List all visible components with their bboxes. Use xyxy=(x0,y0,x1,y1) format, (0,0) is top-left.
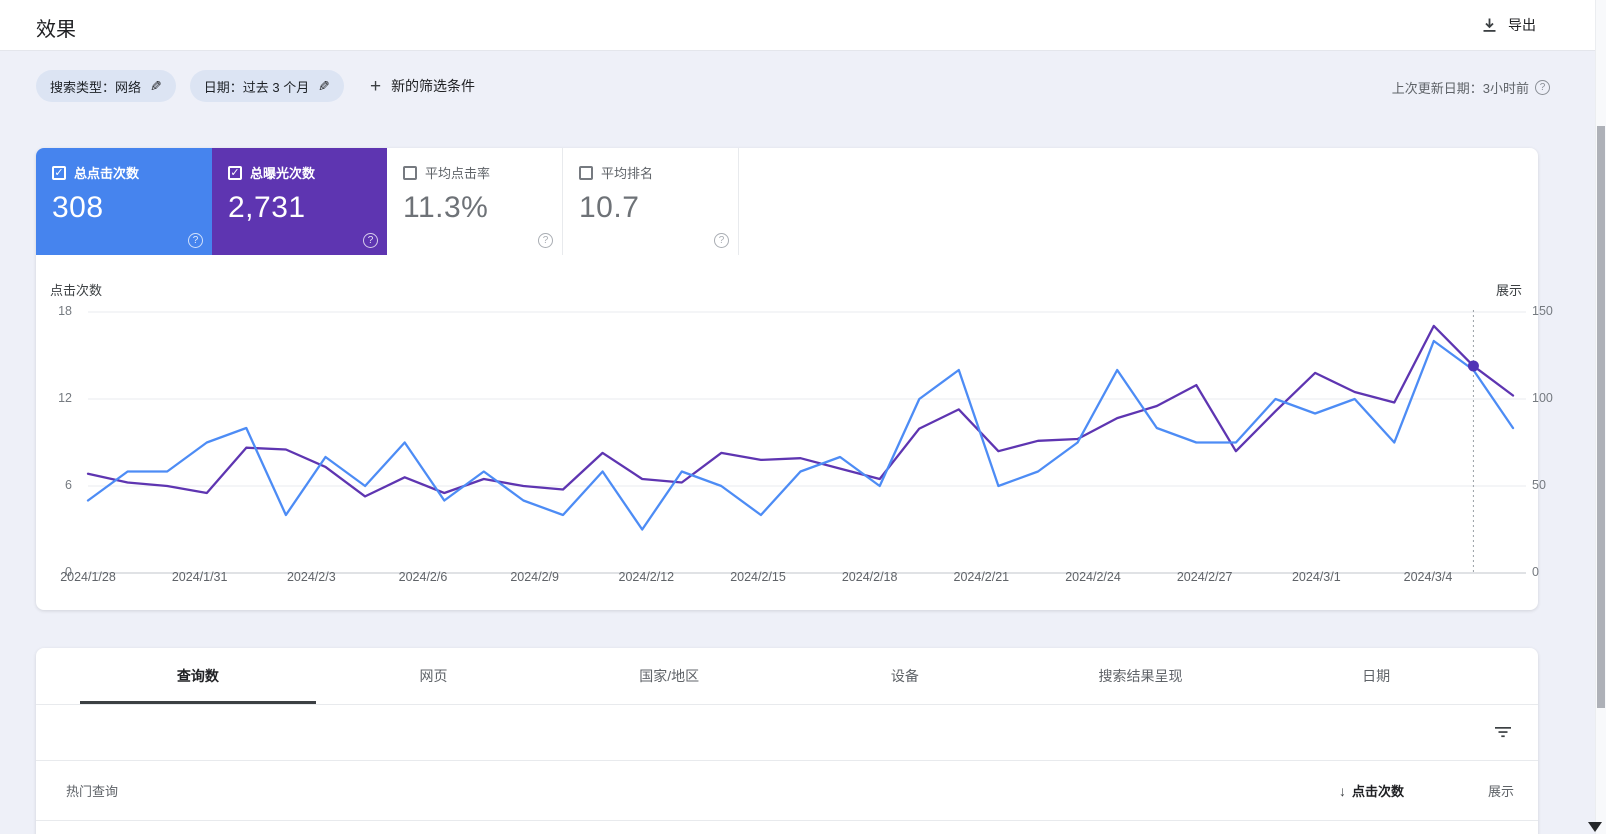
help-icon[interactable]: ? xyxy=(714,233,729,248)
x-axis-tick: 2024/2/3 xyxy=(286,570,336,584)
top-app-bar: 效果 导出 xyxy=(0,0,1596,51)
table-filter-bar xyxy=(36,705,1538,760)
x-axis-tick: 2024/3/1 xyxy=(1291,570,1341,584)
metric-value: 10.7 xyxy=(579,191,640,224)
tab-dates[interactable]: 日期 xyxy=(1258,648,1494,704)
edit-pencil-icon: ✎ xyxy=(150,77,162,94)
export-button[interactable]: 导出 xyxy=(1481,11,1536,39)
filter-funnel-icon[interactable] xyxy=(1494,724,1512,745)
x-axis-tick: 2024/2/21 xyxy=(953,570,1010,584)
plus-icon: + xyxy=(369,75,382,97)
metric-value: 308 xyxy=(52,191,104,224)
metric-card-average-ctr[interactable]: 平均点击率 11.3% ? xyxy=(387,148,563,255)
metric-label: 总点击次数 xyxy=(74,166,140,181)
metric-label: 平均点击率 xyxy=(425,166,491,181)
scroll-corner-arrow-icon xyxy=(1588,822,1602,832)
tab-pages[interactable]: 网页 xyxy=(316,648,552,704)
tab-countries[interactable]: 国家/地区 xyxy=(551,648,787,704)
left-axis-title: 点击次数 xyxy=(50,283,103,298)
help-icon[interactable]: ? xyxy=(538,233,553,248)
clicks-column-header[interactable]: ↓ 点击次数 xyxy=(1339,781,1404,800)
x-axis-tick: 2024/1/31 xyxy=(171,570,228,584)
page-scrollbar-track xyxy=(1595,0,1606,834)
divider xyxy=(36,820,1538,821)
metric-card-total-clicks[interactable]: ✓ 总点击次数 308 ? xyxy=(36,148,212,255)
y-axis-tick-right: 0 xyxy=(1532,565,1539,579)
x-axis-tick: 2024/2/6 xyxy=(398,570,448,584)
y-axis-tick-left: 6 xyxy=(65,478,72,492)
download-icon xyxy=(1481,17,1498,34)
tab-devices[interactable]: 设备 xyxy=(787,648,1023,704)
y-axis-tick-right: 50 xyxy=(1532,478,1546,492)
y-axis-tick-right: 100 xyxy=(1532,391,1553,405)
x-axis-tick: 2024/1/28 xyxy=(60,570,116,584)
metric-cards-row: ✓ 总点击次数 308 ? ✓ 总曝光次数 2,731 ? 平均点击率 11.3… xyxy=(36,148,739,255)
export-label: 导出 xyxy=(1508,17,1536,33)
search-console-performance-page: 效果 导出 搜索类型：网络 ✎ 日期：过去 3 个月 ✎ + 新的筛选条件 上次… xyxy=(0,0,1606,834)
tab-queries[interactable]: 查询数 xyxy=(80,648,316,704)
metric-label: 总曝光次数 xyxy=(250,166,316,181)
page-title: 效果 xyxy=(36,19,76,41)
sort-descending-arrow-icon: ↓ xyxy=(1338,782,1346,799)
help-icon[interactable]: ? xyxy=(363,233,378,248)
right-axis-title: 展示 xyxy=(1496,283,1523,298)
metric-value: 11.3% xyxy=(403,191,489,224)
tab-search-appearance[interactable]: 搜索结果呈现 xyxy=(1023,648,1259,704)
metric-card-average-position[interactable]: 平均排名 10.7 ? xyxy=(563,148,739,255)
page-scrollbar-thumb[interactable] xyxy=(1597,126,1605,708)
last-updated-text: 上次更新日期：3小时前 ? xyxy=(1392,78,1550,97)
unchecked-checkbox-icon[interactable] xyxy=(403,165,417,180)
checked-checkbox-icon[interactable]: ✓ xyxy=(52,165,66,180)
add-filter-label: 新的筛选条件 xyxy=(391,78,476,94)
help-icon[interactable]: ? xyxy=(188,233,203,248)
checked-checkbox-icon[interactable]: ✓ xyxy=(228,165,242,180)
dimensions-table-panel: 查询数 网页 国家/地区 设备 搜索结果呈现 日期 热门查询 ↓ 点击次数 展示 xyxy=(36,648,1538,834)
y-axis-tick-left: 12 xyxy=(58,391,72,405)
metric-value: 2,731 xyxy=(228,191,306,224)
x-axis-tick: 2024/2/9 xyxy=(510,570,559,584)
dimension-tabs: 查询数 网页 国家/地区 设备 搜索结果呈现 日期 xyxy=(80,648,1494,704)
x-axis-tick: 2024/2/15 xyxy=(730,570,786,584)
y-axis-tick-left: 18 xyxy=(58,304,72,318)
help-icon[interactable]: ? xyxy=(1535,80,1550,95)
unchecked-checkbox-icon[interactable] xyxy=(579,165,593,180)
top-queries-column-header: 热门查询 xyxy=(66,784,119,799)
performance-chart-panel: ✓ 总点击次数 308 ? ✓ 总曝光次数 2,731 ? 平均点击率 11.3… xyxy=(36,148,1538,610)
metric-card-total-impressions[interactable]: ✓ 总曝光次数 2,731 ? xyxy=(212,148,387,255)
table-header-row: 热门查询 ↓ 点击次数 展示 xyxy=(36,761,1538,820)
x-axis-tick: 2024/2/27 xyxy=(1176,570,1233,584)
add-filter-button[interactable]: + 新的筛选条件 xyxy=(370,76,475,96)
x-axis-tick: 2024/2/24 xyxy=(1065,570,1121,584)
x-axis-tick: 2024/2/12 xyxy=(618,570,675,584)
x-axis-tick: 2024/2/18 xyxy=(841,570,898,584)
y-axis-tick-right: 150 xyxy=(1532,304,1553,318)
impressions-column-header[interactable]: 展示 xyxy=(1488,781,1514,800)
filter-row: 搜索类型：网络 ✎ 日期：过去 3 个月 ✎ + 新的筛选条件 xyxy=(36,70,475,102)
date-filter-label: 日期：过去 3 个月 xyxy=(203,79,310,95)
date-filter-chip[interactable]: 日期：过去 3 个月 ✎ xyxy=(189,70,344,102)
metric-label: 平均排名 xyxy=(601,166,654,181)
edit-pencil-icon: ✎ xyxy=(318,77,330,94)
search-type-filter-label: 搜索类型：网络 xyxy=(50,79,142,95)
search-type-filter-chip[interactable]: 搜索类型：网络 ✎ xyxy=(36,70,176,102)
x-axis-tick: 2024/3/4 xyxy=(1403,570,1453,584)
